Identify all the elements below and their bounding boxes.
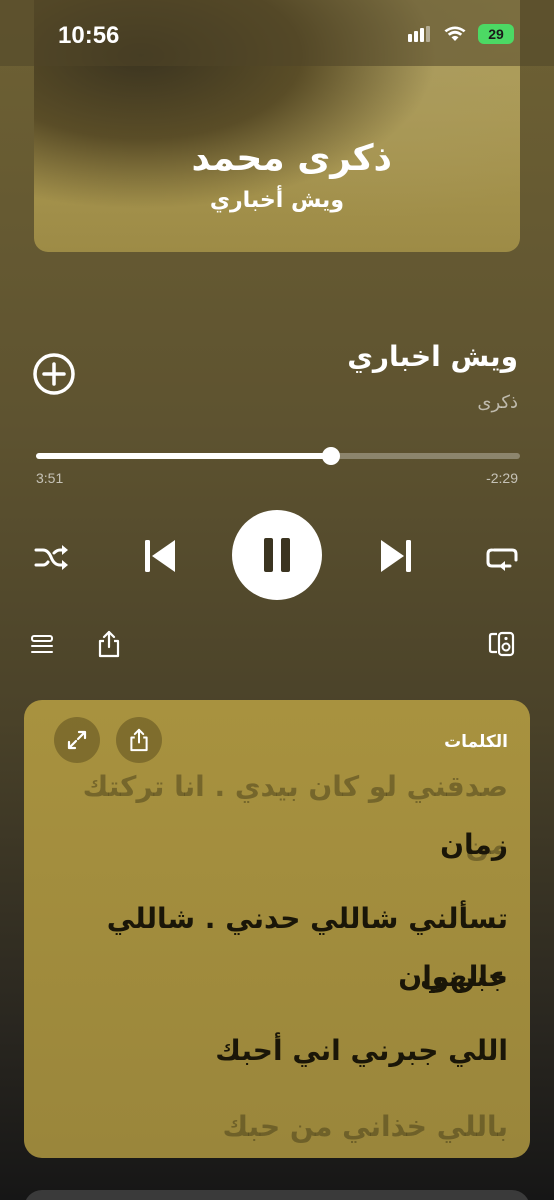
battery-indicator: 29 bbox=[478, 24, 514, 44]
lyrics-expand-button[interactable] bbox=[54, 717, 100, 763]
song-title[interactable]: ويش اخباري bbox=[347, 340, 518, 373]
repeat-icon bbox=[486, 548, 518, 571]
queue-list-icon bbox=[31, 635, 53, 653]
signal-icon bbox=[408, 26, 430, 42]
lyric-line[interactable]: اللي جبرني اني أحبك bbox=[38, 1022, 508, 1080]
plus-circle-icon bbox=[33, 353, 75, 395]
shuffle-icon bbox=[34, 545, 68, 570]
add-to-library-button[interactable] bbox=[32, 352, 76, 396]
previous-button[interactable] bbox=[140, 536, 180, 576]
lyric-line-faded-bottom[interactable]: باللي خذاني من حبك bbox=[38, 1098, 508, 1156]
share-icon bbox=[130, 728, 148, 752]
repeat-button[interactable] bbox=[482, 538, 522, 578]
lyric-line[interactable]: زمان bbox=[38, 816, 508, 874]
progress-thumb[interactable] bbox=[322, 447, 341, 465]
next-button[interactable] bbox=[376, 536, 416, 576]
share-icon bbox=[98, 630, 120, 658]
previous-icon bbox=[145, 540, 175, 572]
status-time: 10:56 bbox=[58, 22, 120, 49]
lyric-line[interactable]: عالهوان bbox=[38, 948, 508, 1006]
remaining-time: -2:29 bbox=[486, 470, 518, 486]
remote-button[interactable] bbox=[486, 628, 518, 660]
expand-icon bbox=[67, 730, 87, 750]
lyrics-share-button[interactable] bbox=[116, 717, 162, 763]
remote-icon bbox=[488, 631, 515, 657]
next-card-peek[interactable] bbox=[24, 1190, 530, 1200]
next-icon bbox=[381, 540, 411, 572]
status-icons: 29 bbox=[408, 24, 514, 44]
progress-fill bbox=[36, 453, 332, 459]
pause-button[interactable] bbox=[232, 510, 322, 600]
progress-slider[interactable] bbox=[36, 447, 520, 465]
shuffle-button[interactable] bbox=[32, 538, 72, 578]
song-artist[interactable]: ذكرى bbox=[477, 392, 518, 413]
share-button[interactable] bbox=[94, 628, 124, 660]
pause-icon bbox=[264, 538, 290, 572]
artwork-artist-text: ذكرى محمد bbox=[191, 138, 393, 179]
queue-button[interactable] bbox=[28, 630, 58, 660]
lyrics-label: الكلمات bbox=[444, 732, 508, 752]
wifi-icon bbox=[444, 26, 466, 41]
status-bar: 10:56 29 bbox=[0, 0, 554, 66]
artwork-song-text: ويش أخباري bbox=[209, 188, 344, 213]
elapsed-time: 3:51 bbox=[36, 470, 64, 486]
lyrics-card[interactable]: الكلمات صدقني لو كان بيدي . انا تركتك من… bbox=[24, 700, 530, 1158]
